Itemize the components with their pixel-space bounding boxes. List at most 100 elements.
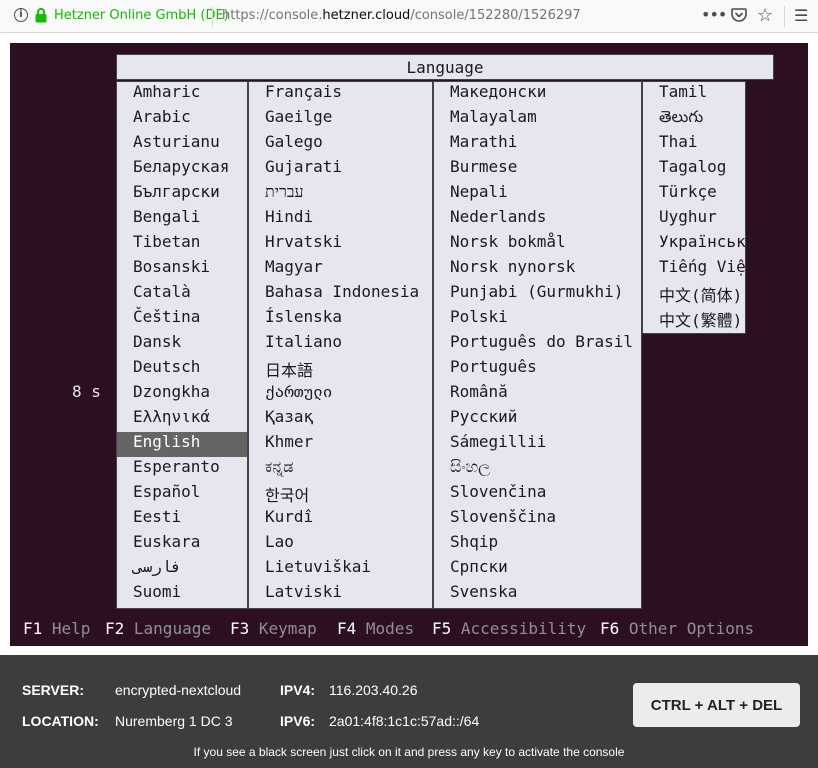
fkey-label: Accessibility [460, 619, 587, 638]
language-option[interactable]: Italiano [249, 332, 432, 357]
site-identity[interactable]: Hetzner Online GmbH (DE) [54, 8, 229, 23]
more-actions-icon[interactable]: ••• [701, 5, 727, 24]
language-option[interactable]: Suomi [117, 582, 247, 607]
language-option[interactable]: Latviski [249, 582, 432, 607]
language-option[interactable]: Shqip [434, 532, 641, 557]
language-option[interactable]: Thai [643, 132, 745, 157]
language-option[interactable]: Marathi [434, 132, 641, 157]
language-option[interactable]: Русский [434, 407, 641, 432]
language-option[interactable]: తెలుగు [643, 107, 745, 132]
language-option[interactable]: Burmese [434, 157, 641, 182]
language-option[interactable]: Amharic [117, 82, 247, 107]
language-option[interactable]: 中文(简体) [643, 282, 745, 307]
bookmark-star-icon[interactable]: ☆ [757, 5, 773, 26]
fkey-key: F5 [432, 619, 452, 638]
url-field[interactable]: https://console.hetzner.cloud/console/15… [222, 8, 581, 23]
console-screen[interactable]: Language Amharic Arabic Asturianu Беларуска… [10, 43, 808, 646]
language-option[interactable]: Hindi [249, 207, 432, 232]
language-option[interactable]: Қазақ [249, 407, 432, 432]
language-column-2: Français Gaeilge Galego Gujarati עברית Hindi H… [248, 81, 433, 609]
language-option[interactable]: Punjabi (Gurmukhi) [434, 282, 641, 307]
language-column-3: Македонски Malayalam Marathi Burmese Nepali N… [433, 81, 642, 609]
language-option[interactable]: Slovenčina [434, 482, 641, 507]
language-option[interactable]: Беларуская [117, 157, 247, 182]
pocket-icon[interactable] [731, 7, 747, 23]
language-option[interactable]: Bahasa Indonesia [249, 282, 432, 307]
language-option[interactable]: Sámegillii [434, 432, 641, 457]
language-option[interactable]: Hrvatski [249, 232, 432, 257]
language-option[interactable]: Lietuviškai [249, 557, 432, 582]
language-option[interactable]: Español [117, 482, 247, 507]
language-option[interactable]: Čeština [117, 307, 247, 332]
language-option[interactable]: Română [434, 382, 641, 407]
language-option[interactable]: Lao [249, 532, 432, 557]
language-option[interactable]: 한국어 [249, 482, 432, 507]
language-menu-title: Language [116, 54, 774, 80]
language-option[interactable]: Português [434, 357, 641, 382]
language-option[interactable]: Norsk nynorsk [434, 257, 641, 282]
language-option[interactable]: 日本語 [249, 357, 432, 382]
language-option[interactable]: Bosanski [117, 257, 247, 282]
language-option[interactable]: Magyar [249, 257, 432, 282]
fkey-f4[interactable]: F4 Modes [337, 619, 414, 638]
fkey-f3[interactable]: F3 Keymap [230, 619, 317, 638]
language-option[interactable]: Kurdî [249, 507, 432, 532]
language-option[interactable]: සිංහල [434, 457, 641, 482]
language-option[interactable]: Euskara [117, 532, 247, 557]
fkey-key: F4 [337, 619, 357, 638]
language-option[interactable]: Türkçe [643, 182, 745, 207]
language-option[interactable]: فارسی [117, 557, 247, 582]
fkey-key: F1 [23, 619, 43, 638]
language-option[interactable]: Français [249, 82, 432, 107]
fkey-f1[interactable]: F1 Help [23, 619, 90, 638]
language-option[interactable]: Català [117, 282, 247, 307]
language-option[interactable]: Uyghur [643, 207, 745, 232]
language-option[interactable]: Български [117, 182, 247, 207]
ipv4-value: 116.203.40.26 [329, 682, 418, 698]
language-menu: Language Amharic Arabic Asturianu Беларуска… [116, 54, 774, 609]
hamburger-menu-icon[interactable]: ☰ [794, 6, 808, 25]
language-option[interactable]: Khmer [249, 432, 432, 457]
language-option[interactable]: Asturianu [117, 132, 247, 157]
language-option[interactable]: Tagalog [643, 157, 745, 182]
language-option[interactable]: Tamil [643, 82, 745, 107]
language-option[interactable]: Македонски [434, 82, 641, 107]
language-option[interactable]: Deutsch [117, 357, 247, 382]
language-option[interactable]: Dzongkha [117, 382, 247, 407]
server-info-footer: SERVER: encrypted-nextcloud LOCATION: Nu… [0, 655, 818, 768]
ipv4-label: IPV4: [280, 682, 316, 698]
language-option[interactable]: 中文(繁體) [643, 307, 745, 332]
language-option[interactable]: Bengali [117, 207, 247, 232]
fkey-f2[interactable]: F2 Language [105, 619, 211, 638]
language-option[interactable]: Esperanto [117, 457, 247, 482]
language-option[interactable]: Dansk [117, 332, 247, 357]
language-option[interactable]: ქართული [249, 382, 432, 407]
info-icon[interactable]: i [14, 8, 28, 22]
language-option[interactable]: Nepali [434, 182, 641, 207]
language-option[interactable]: Українська [643, 232, 755, 257]
language-option[interactable]: Português do Brasil [434, 332, 641, 357]
language-option[interactable]: Nederlands [434, 207, 641, 232]
fkey-f5[interactable]: F5 Accessibility [432, 619, 586, 638]
language-option[interactable]: Galego [249, 132, 432, 157]
language-option[interactable]: Norsk bokmål [434, 232, 641, 257]
language-option[interactable]: Српски [434, 557, 641, 582]
language-option[interactable]: ಕನ್ನಡ [249, 457, 432, 482]
language-option[interactable]: Slovenščina [434, 507, 641, 532]
language-option[interactable]: Polski [434, 307, 641, 332]
language-option[interactable]: Íslenska [249, 307, 432, 332]
language-option[interactable]: Gujarati [249, 157, 432, 182]
language-option[interactable]: Ελληνικά [117, 407, 247, 432]
fkey-f6[interactable]: F6 Other Options [600, 619, 754, 638]
language-option[interactable]: Eesti [117, 507, 247, 532]
server-value: encrypted-nextcloud [115, 682, 242, 698]
language-option[interactable]: Tiếng Việt [643, 257, 755, 282]
language-option-selected[interactable]: English [117, 432, 247, 457]
language-option[interactable]: Arabic [117, 107, 247, 132]
language-option[interactable]: Svenska [434, 582, 641, 607]
ctrl-alt-del-button[interactable]: CTRL + ALT + DEL [633, 683, 800, 727]
language-option[interactable]: Gaeilge [249, 107, 432, 132]
language-option[interactable]: Tibetan [117, 232, 247, 257]
language-option[interactable]: Malayalam [434, 107, 641, 132]
language-option[interactable]: עברית [249, 182, 432, 207]
